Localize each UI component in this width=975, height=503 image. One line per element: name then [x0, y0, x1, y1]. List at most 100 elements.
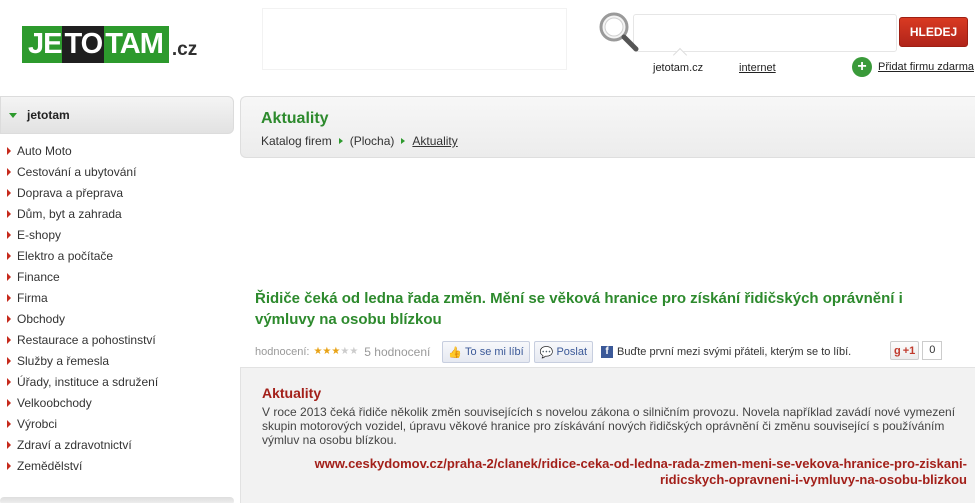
sidebar-item-sluzby[interactable]: Služby a řemesla	[0, 350, 234, 371]
ad-banner	[262, 8, 567, 70]
breadcrumb: Katalog firem (Plocha) Aktuality	[261, 134, 458, 148]
breadcrumb-item[interactable]: Katalog firem	[261, 134, 332, 148]
arrow-right-icon	[7, 377, 11, 386]
arrow-right-icon	[7, 230, 11, 239]
sidebar-item-label: Doprava a přeprava	[17, 185, 124, 200]
sidebar-item-dum[interactable]: Dům, byt a zahrada	[0, 203, 234, 224]
star-filled-icon[interactable]: ★	[331, 347, 340, 357]
add-firm-link[interactable]: + Přidat firmu zdarma	[852, 57, 974, 77]
content-title: Aktuality	[262, 385, 322, 401]
sidebar-item-zdravi[interactable]: Zdraví a zdravotnictví	[0, 434, 234, 455]
sidebar-item-label: Zdraví a zdravotnictví	[17, 437, 132, 452]
scope-jetotam[interactable]: jetotam.cz	[653, 62, 703, 74]
scope-internet[interactable]: internet	[739, 62, 776, 74]
star-filled-icon[interactable]: ★	[313, 347, 322, 357]
sidebar-item-label: Výrobci	[17, 416, 58, 431]
star-empty-icon[interactable]: ★	[349, 347, 358, 357]
gplus-widget: g +1 0	[890, 341, 943, 360]
sidebar-item-label: Zemědělství	[17, 458, 83, 473]
sidebar-item-firma[interactable]: Firma	[0, 287, 234, 308]
arrow-right-icon	[7, 335, 11, 344]
expand-triangle-icon	[9, 112, 17, 118]
gplus-icon: g	[894, 344, 901, 357]
logo-part-to: TO	[62, 26, 105, 63]
arrow-right-icon	[7, 251, 11, 260]
sidebar-item-label: Služby a řemesla	[17, 353, 110, 368]
arrow-right-icon	[7, 398, 11, 407]
sidebar-item-vyrobci[interactable]: Výrobci	[0, 413, 234, 434]
sidebar-item-label: Auto Moto	[17, 143, 72, 158]
breadcrumb-current[interactable]: Aktuality	[412, 134, 457, 148]
main-header: Aktuality Katalog firem (Plocha) Aktuali…	[240, 96, 975, 158]
gplus-button[interactable]: g +1	[890, 341, 920, 360]
sidebar-item-label: Restaurace a pohostinství	[17, 332, 156, 347]
fb-send-label: Poslat	[556, 346, 588, 358]
arrow-right-icon	[7, 461, 11, 470]
breadcrumb-item[interactable]: (Plocha)	[350, 134, 395, 148]
sidebar-item-cestovani[interactable]: Cestování a ubytování	[0, 161, 234, 182]
breadcrumb-arrow-icon	[401, 138, 406, 144]
logo-part-tam: TAM	[105, 28, 164, 60]
source-link[interactable]: www.ceskydomov.cz/praha-2/clanek/ridice-…	[261, 456, 967, 488]
arrow-right-icon	[7, 293, 11, 302]
arrow-right-icon	[7, 419, 11, 428]
sidebar-item-obchody[interactable]: Obchody	[0, 308, 234, 329]
rating-social-row: hodnocení: ★ ★ ★ ★ ★ 5 hodnocení 👍 To se mi …	[255, 341, 975, 363]
arrow-right-icon	[7, 209, 11, 218]
fb-like-button[interactable]: 👍 To se mi líbí	[442, 341, 530, 363]
sidebar-item-label: E-shopy	[17, 227, 62, 242]
search-button[interactable]: HLEDEJ	[899, 17, 968, 47]
sidebar-item-label: Dům, byt a zahrada	[17, 206, 122, 221]
add-firm-label: Přidat firmu zdarma	[878, 61, 974, 73]
sidebar-item-label: Elektro a počítače	[17, 248, 114, 263]
fb-social-text: Buďte první mezi svými přáteli, kterým s…	[617, 346, 852, 358]
arrow-right-icon	[7, 272, 11, 281]
sidebar-header[interactable]: jetotam	[0, 96, 234, 134]
star-empty-icon[interactable]: ★	[340, 347, 349, 357]
sidebar-item-finance[interactable]: Finance	[0, 266, 234, 287]
fb-send-button[interactable]: 💬 Poslat	[533, 341, 594, 363]
search-icon	[599, 12, 639, 52]
breadcrumb-arrow-icon	[338, 138, 343, 144]
sidebar-item-label: Firma	[17, 290, 48, 305]
rating-count: 5 hodnocení	[364, 345, 431, 359]
gplus-label: +1	[902, 344, 916, 357]
chat-bubble-icon: 💬	[539, 346, 554, 359]
rating-stars[interactable]: ★ ★ ★ ★ ★	[313, 347, 358, 357]
plus-icon: +	[852, 57, 872, 77]
sidebar-item-label: Velkoobchody	[17, 395, 92, 410]
facebook-icon: f	[601, 346, 614, 358]
sidebar-item-velkoobchody[interactable]: Velkoobchody	[0, 392, 234, 413]
sidebar-item-label: Obchody	[17, 311, 66, 326]
article-title[interactable]: Řidiče čeká od ledna řada změn. Mění se …	[255, 288, 955, 330]
logo-part-je: JE	[28, 28, 62, 60]
logo-mark: JE TO TAM	[22, 26, 169, 63]
sidebar-item-label: Cestování a ubytování	[17, 164, 137, 179]
thumbs-up-icon: 👍	[448, 346, 463, 359]
arrow-right-icon	[7, 146, 11, 155]
sidebar-title: jetotam	[27, 108, 70, 122]
sidebar-item-eshopy[interactable]: E-shopy	[0, 224, 234, 245]
sidebar-item-restaurace[interactable]: Restaurace a pohostinství	[0, 329, 234, 350]
content-text: V roce 2013 čeká řidiče několik změn sou…	[262, 405, 956, 447]
arrow-right-icon	[7, 188, 11, 197]
sidebar-item-zemedelstvi[interactable]: Zemědělství	[0, 455, 234, 476]
sidebar-next-panel	[0, 497, 234, 503]
sidebar-item-doprava[interactable]: Doprava a přeprava	[0, 182, 234, 203]
site-logo[interactable]: JE TO TAM .cz	[22, 26, 197, 63]
sidebar-item-elektro[interactable]: Elektro a počítače	[0, 245, 234, 266]
sidebar-item-urady[interactable]: Úřady, instituce a sdružení	[0, 371, 234, 392]
sidebar-item-auto-moto[interactable]: Auto Moto	[0, 140, 234, 161]
star-filled-icon[interactable]: ★	[322, 347, 331, 357]
fb-like-label: To se mi líbí	[465, 346, 524, 358]
arrow-right-icon	[7, 314, 11, 323]
arrow-right-icon	[7, 440, 11, 449]
search-area: HLEDEJ	[597, 10, 972, 52]
sidebar-item-label: Úřady, instituce a sdružení	[17, 374, 159, 389]
sidebar: jetotam Auto Moto Cestování a ubytování …	[0, 96, 234, 503]
search-box	[633, 14, 897, 52]
page-title: Aktuality	[261, 110, 329, 127]
search-input[interactable]	[634, 15, 896, 51]
arrow-right-icon	[7, 167, 11, 176]
category-list: Auto Moto Cestování a ubytování Doprava …	[0, 134, 234, 476]
